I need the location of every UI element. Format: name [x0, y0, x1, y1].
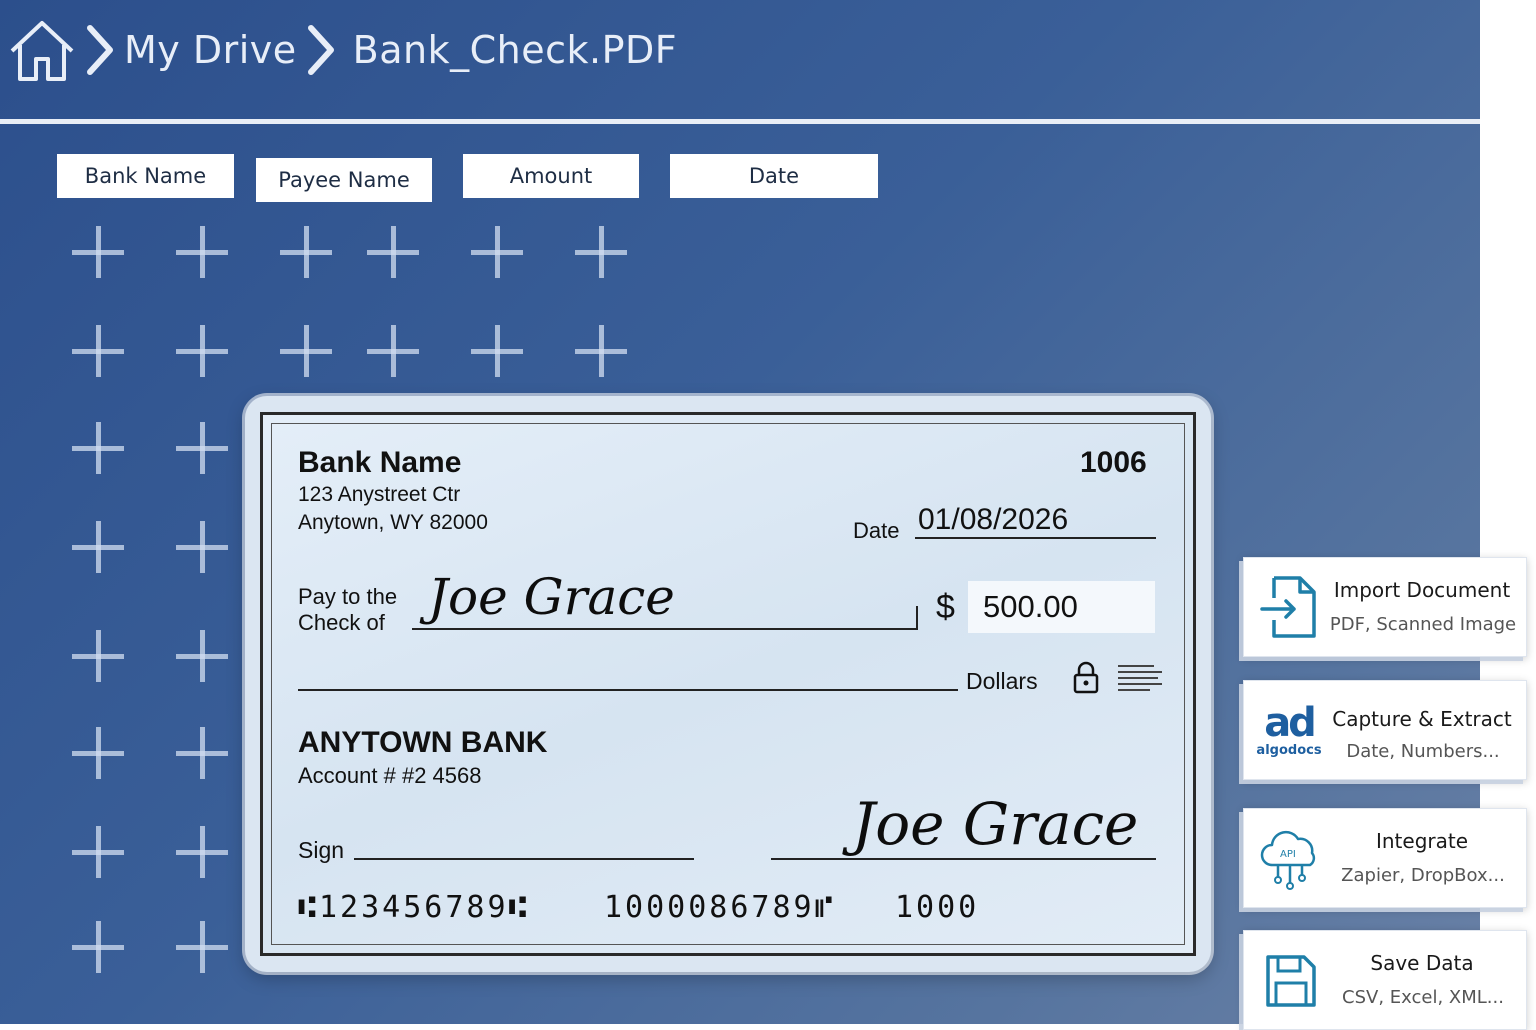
plus-decoration: [176, 521, 228, 573]
plus-decoration: [72, 325, 124, 377]
sign-line-right: [771, 858, 1156, 860]
micr-account: 1000086789⑈: [604, 890, 836, 925]
action-title: Capture & Extract: [1332, 707, 1512, 731]
breadcrumb-item-file[interactable]: Bank_Check.PDF: [353, 28, 677, 72]
plus-decoration: [72, 521, 124, 573]
plus-decoration: [72, 226, 124, 278]
plus-decoration: [471, 325, 523, 377]
security-features-icon: [1118, 665, 1162, 691]
plus-decoration: [367, 325, 419, 377]
micr-check-number: 1000: [895, 890, 980, 925]
action-card-capture[interactable]: ad algodocs Capture & Extract Date, Numb…: [1243, 680, 1527, 780]
cloud-api-icon: API: [1260, 830, 1316, 890]
check-number: 1006: [1080, 446, 1147, 479]
plus-decoration: [176, 630, 228, 682]
plus-decoration: [72, 630, 124, 682]
chevron-right-icon: [307, 25, 334, 75]
check-address-line2: Anytown, WY 82000: [298, 511, 488, 534]
home-icon[interactable]: [8, 17, 76, 83]
action-subtitle: PDF, Scanned Image: [1329, 614, 1517, 635]
plus-decoration: [575, 226, 627, 278]
payee-line: [412, 628, 918, 630]
plus-decoration: [280, 226, 332, 278]
plus-decoration: [72, 727, 124, 779]
action-subtitle: CSV, Excel, XML...: [1342, 987, 1504, 1008]
plus-decoration: [72, 826, 124, 878]
check-address-line1: 123 Anystreet Ctr: [298, 483, 461, 506]
field-tag-amount[interactable]: Amount: [463, 154, 639, 198]
sign-line-left: [354, 858, 694, 860]
action-subtitle: Date, Numbers...: [1346, 741, 1500, 762]
breadcrumb-item-my-drive[interactable]: My Drive: [124, 28, 297, 72]
signature: Joe Grace: [852, 790, 1139, 858]
pay-to-label-line2: Check of: [298, 610, 385, 635]
plus-decoration: [575, 325, 627, 377]
pay-to-label-line1: Pay to the: [298, 584, 398, 609]
dollars-line: [298, 689, 958, 691]
action-card-import[interactable]: Import Document PDF, Scanned Image: [1243, 557, 1527, 657]
algodocs-logo: ad algodocs: [1256, 700, 1322, 758]
date-label: Date: [853, 518, 900, 543]
sign-label: Sign: [298, 837, 345, 863]
field-tag-bank-name[interactable]: Bank Name: [57, 154, 234, 198]
plus-decoration: [176, 325, 228, 377]
date-line: [915, 537, 1156, 539]
plus-decoration: [176, 826, 228, 878]
save-floppy-icon: [1266, 955, 1316, 1007]
date-value: 01/08/2026: [918, 503, 1069, 536]
plus-decoration: [176, 727, 228, 779]
account-number: Account # #2 4568: [298, 763, 482, 788]
field-tag-payee-name[interactable]: Payee Name: [256, 158, 432, 202]
plus-decoration: [176, 226, 228, 278]
header-divider: [0, 119, 1480, 124]
action-title: Integrate: [1375, 829, 1469, 853]
currency-symbol: $: [936, 588, 955, 626]
plus-decoration: [280, 325, 332, 377]
plus-decoration: [367, 226, 419, 278]
action-card-save[interactable]: Save Data CSV, Excel, XML...: [1243, 930, 1527, 1030]
payee-line-end: [916, 606, 918, 630]
micr-routing: ⑆123456789⑆: [298, 890, 530, 925]
amount-value: 500.00: [983, 589, 1078, 624]
plus-decoration: [471, 226, 523, 278]
bank-title: ANYTOWN BANK: [298, 726, 548, 759]
payee-signature: Joe Grace: [428, 568, 675, 626]
action-subtitle: Zapier, DropBox...: [1341, 865, 1505, 886]
plus-decoration: [176, 921, 228, 973]
breadcrumb: My Drive Bank_Check.PDF: [8, 10, 677, 90]
import-document-icon: [1260, 576, 1316, 638]
lock-icon: [1073, 661, 1099, 694]
action-title: Save Data: [1370, 951, 1474, 975]
field-tag-date[interactable]: Date: [670, 154, 878, 198]
chevron-right-icon: [87, 25, 113, 75]
plus-decoration: [72, 422, 124, 474]
action-card-integrate[interactable]: API Integrate Zapier, DropBox...: [1243, 808, 1527, 908]
action-title: Import Document: [1333, 578, 1511, 602]
svg-text:API: API: [1280, 849, 1296, 860]
plus-decoration: [176, 422, 228, 474]
check-bank-name: Bank Name: [298, 446, 462, 479]
plus-decoration: [72, 921, 124, 973]
dollars-label: Dollars: [966, 668, 1038, 694]
